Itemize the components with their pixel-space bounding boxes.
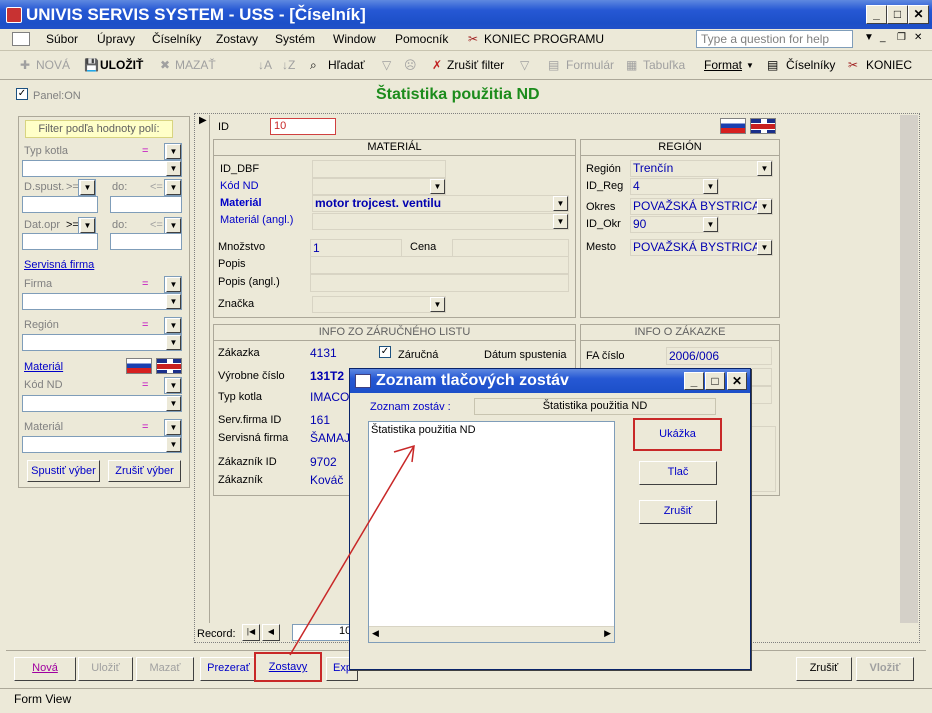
arrow-line [289, 445, 415, 656]
arrow-head [393, 444, 415, 463]
annotation-arrow [289, 444, 415, 656]
